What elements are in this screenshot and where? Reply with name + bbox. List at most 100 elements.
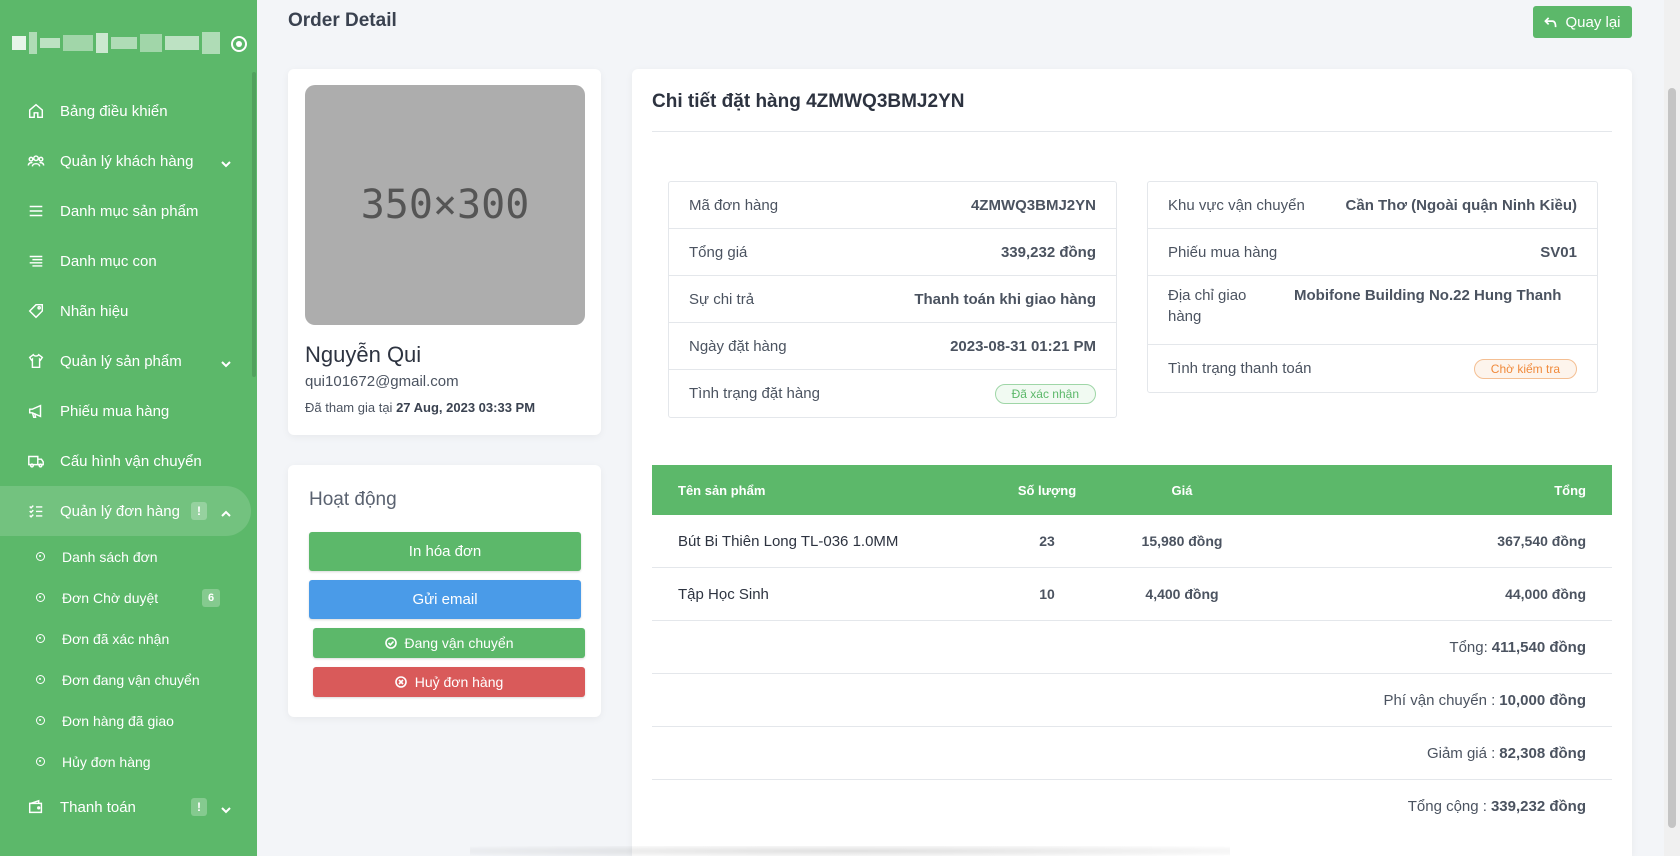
submenu-item-shipping[interactable]: Đơn đang vận chuyển bbox=[0, 659, 257, 700]
sidebar-item-payment[interactable]: Thanh toán ! bbox=[0, 782, 251, 832]
info-row-status: Tình trạng đặt hàng Đã xác nhận bbox=[669, 370, 1116, 417]
info-row-address: Địa chỉ giao hàng Mobifone Building No.2… bbox=[1148, 276, 1597, 345]
order-detail-title: Chi tiết đặt hàng 4ZMWQ3BMJ2YN bbox=[652, 91, 965, 112]
product-price: 15,980 đồng bbox=[1141, 533, 1223, 549]
users-icon bbox=[26, 151, 46, 171]
page-scrollbar[interactable] bbox=[1664, 0, 1680, 856]
back-button-label: Quay lại bbox=[1565, 13, 1621, 31]
shipping-fee-label: Phí vận chuyển : bbox=[1383, 691, 1496, 709]
submenu-item-label: Đơn hàng đã giao bbox=[62, 712, 174, 729]
print-invoice-button[interactable]: In hóa đơn bbox=[309, 532, 581, 571]
sidebar-item-label: Quản lý sản phẩm bbox=[60, 352, 182, 370]
info-row-date: Ngày đặt hàng 2023-08-31 01:21 PM bbox=[669, 323, 1116, 370]
subtotal-label: Tổng: bbox=[1449, 638, 1488, 656]
info-value: 2023-08-31 01:21 PM bbox=[950, 337, 1096, 355]
submenu-item-pending[interactable]: Đơn Chờ duyệt 6 bbox=[0, 577, 257, 618]
info-label: Phiếu mua hàng bbox=[1168, 243, 1278, 261]
discount-value: 82,308 đồng bbox=[1499, 744, 1586, 762]
activity-card: Hoạt động In hóa đơn Gửi email Đang vận … bbox=[288, 465, 601, 717]
order-items-table: Tên sản phẩm Số lượng Giá Tổng Bút Bi Th… bbox=[652, 465, 1612, 833]
count-badge: 6 bbox=[202, 589, 220, 607]
sidebar-item-shipping[interactable]: Cấu hình vận chuyển bbox=[0, 436, 251, 486]
payment-status-badge: Chờ kiểm tra bbox=[1473, 358, 1577, 379]
info-row-total: Tổng giá 339,232 đồng bbox=[669, 229, 1116, 276]
send-email-label: Gửi email bbox=[412, 591, 478, 608]
chevron-down-icon bbox=[221, 802, 231, 814]
scrollbar-thumb[interactable] bbox=[1668, 88, 1676, 828]
info-row-code: Mã đơn hàng 4ZMWQ3BMJ2YN bbox=[669, 182, 1116, 229]
alert-badge: ! bbox=[191, 502, 207, 520]
info-row-pay-status: Tình trạng thanh toán Chờ kiểm tra bbox=[1148, 345, 1597, 392]
send-email-button[interactable]: Gửi email bbox=[309, 580, 581, 619]
shipping-fee-row: Phí vận chuyển : 10,000 đồng bbox=[652, 674, 1612, 727]
sidebar: Bảng điều khiển Quản lý khách hàng Danh … bbox=[0, 0, 257, 856]
submenu-item-confirmed[interactable]: Đơn đã xác nhận bbox=[0, 618, 257, 659]
tag-icon bbox=[26, 301, 46, 321]
info-label: Sự chi trả bbox=[689, 290, 755, 308]
bottom-shadow bbox=[470, 846, 1230, 856]
info-value: 339,232 đồng bbox=[1000, 243, 1096, 261]
chevron-up-icon bbox=[221, 506, 231, 517]
sidebar-item-orders[interactable]: Quản lý đơn hàng ! bbox=[0, 486, 251, 536]
shirt-icon bbox=[26, 351, 46, 371]
sidebar-item-categories[interactable]: Danh mục sản phẩm bbox=[0, 186, 251, 236]
customer-name: Nguyễn Qui bbox=[305, 342, 422, 367]
column-header-qty: Số lượng bbox=[1017, 482, 1077, 498]
sidebar-toggle-icon[interactable] bbox=[231, 36, 247, 52]
info-label: Tổng giá bbox=[689, 243, 748, 261]
product-price: 4,400 đồng bbox=[1145, 586, 1219, 602]
product-name: Tập Học Sinh bbox=[678, 585, 769, 603]
chevron-down-icon bbox=[221, 156, 231, 168]
dot-circle-icon bbox=[36, 634, 45, 643]
info-label: Ngày đặt hàng bbox=[689, 337, 787, 355]
dot-circle-icon bbox=[36, 552, 45, 561]
grand-total-row: Tổng cộng : 339,232 đồng bbox=[652, 780, 1612, 833]
home-icon bbox=[26, 101, 46, 121]
submenu-item-cancelled[interactable]: Hủy đơn hàng bbox=[0, 741, 257, 782]
submenu-item-delivered[interactable]: Đơn hàng đã giao bbox=[0, 700, 257, 741]
submenu-item-order-list[interactable]: Danh sách đơn bbox=[0, 536, 257, 577]
chevron-down-icon bbox=[221, 356, 231, 368]
sidebar-item-brands[interactable]: Nhãn hiệu bbox=[0, 286, 251, 336]
avatar: 350×300 bbox=[305, 85, 585, 325]
dot-circle-icon bbox=[36, 757, 45, 766]
sidebar-item-label: Danh mục con bbox=[60, 252, 157, 270]
info-label: Mã đơn hàng bbox=[689, 196, 779, 214]
activity-title: Hoạt động bbox=[309, 489, 397, 510]
back-button[interactable]: Quay lại bbox=[1533, 6, 1632, 38]
table-row: Tập Học Sinh 10 4,400 đồng 44,000 đồng bbox=[652, 568, 1612, 621]
brand-logo bbox=[12, 32, 220, 54]
status-badge: Đã xác nhận bbox=[994, 383, 1096, 404]
sidebar-item-subcategories[interactable]: Danh mục con bbox=[0, 236, 251, 286]
sidebar-nav: Bảng điều khiển Quản lý khách hàng Danh … bbox=[0, 86, 257, 536]
alert-badge: ! bbox=[191, 798, 207, 816]
info-value: SV01 bbox=[1540, 243, 1577, 261]
table-row: Bút Bi Thiên Long TL-036 1.0MM 23 15,980… bbox=[652, 515, 1612, 568]
brand[interactable] bbox=[0, 0, 257, 86]
joined-prefix: Đã tham gia tại bbox=[305, 400, 393, 415]
cancel-order-label: Huỷ đơn hàng bbox=[414, 674, 504, 690]
submenu-item-label: Danh sách đơn bbox=[62, 548, 158, 565]
mark-shipping-button[interactable]: Đang vận chuyển bbox=[313, 628, 585, 658]
grand-total-value: 339,232 đồng bbox=[1490, 798, 1586, 815]
customer-profile-card: 350×300 Nguyễn Qui qui101672@gmail.com Đ… bbox=[288, 69, 601, 435]
product-qty: 10 bbox=[1039, 586, 1055, 602]
sidebar-item-label: Nhãn hiệu bbox=[60, 302, 129, 320]
sidebar-scrollbar[interactable] bbox=[252, 72, 256, 377]
cancel-order-button[interactable]: Huỷ đơn hàng bbox=[313, 667, 585, 697]
product-qty: 23 bbox=[1039, 533, 1055, 549]
sidebar-item-dashboard[interactable]: Bảng điều khiển bbox=[0, 86, 251, 136]
truck-icon bbox=[26, 451, 46, 471]
column-header-price: Giá bbox=[1171, 482, 1193, 498]
sidebar-item-vouchers[interactable]: Phiếu mua hàng bbox=[0, 386, 251, 436]
dot-circle-icon bbox=[36, 593, 45, 602]
table-header: Tên sản phẩm Số lượng Giá Tổng bbox=[652, 465, 1612, 515]
info-label: Tình trạng thanh toán bbox=[1168, 360, 1312, 377]
sidebar-item-customers[interactable]: Quản lý khách hàng bbox=[0, 136, 251, 186]
dot-circle-icon bbox=[36, 675, 45, 684]
sidebar-item-label: Quản lý khách hàng bbox=[60, 152, 194, 170]
order-detail-card: Chi tiết đặt hàng 4ZMWQ3BMJ2YN Mã đơn hà… bbox=[632, 69, 1632, 856]
sidebar-item-products[interactable]: Quản lý sản phẩm bbox=[0, 336, 251, 386]
joined-date: 27 Aug, 2023 03:33 PM bbox=[396, 400, 536, 415]
product-total: 367,540 đồng bbox=[1497, 533, 1586, 549]
